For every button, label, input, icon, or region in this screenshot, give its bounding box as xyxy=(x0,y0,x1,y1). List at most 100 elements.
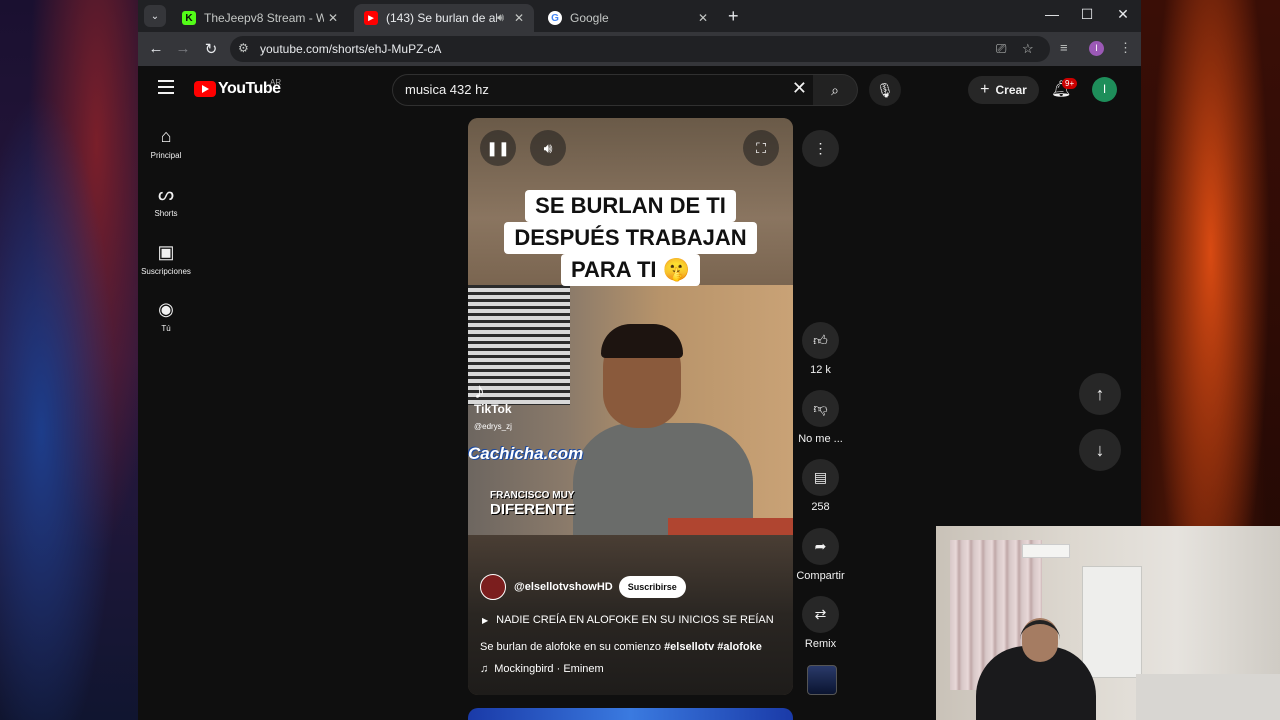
thumbs-up-icon: 👍︎ xyxy=(813,332,828,348)
google-icon: G xyxy=(548,11,562,25)
account-avatar[interactable]: I xyxy=(1092,77,1117,102)
like-button[interactable]: 👍︎ xyxy=(802,322,839,359)
remix-button[interactable]: ⇄ xyxy=(802,596,839,633)
close-icon[interactable]: ✕ xyxy=(324,11,342,25)
youtube-icon: ▶ xyxy=(364,11,378,25)
comment-icon: ▤ xyxy=(813,469,828,485)
tab-google[interactable]: G Google ✕ xyxy=(538,4,718,32)
thumbs-down-icon: 👎︎ xyxy=(813,400,828,416)
tab-strip: ⌄ K TheJeepv8 Stream - Watch Live ✕ ▶ (1… xyxy=(138,0,1141,32)
share-icon: ➦ xyxy=(814,538,827,554)
back-icon[interactable]: ← xyxy=(146,40,166,57)
share-label: Compartir xyxy=(796,570,845,582)
search-icon: ⌕ xyxy=(831,81,839,98)
tab-search-button[interactable]: ⌄ xyxy=(144,5,166,27)
cachicha-watermark: Cachicha.com xyxy=(468,444,584,463)
volume-button[interactable]: 🔊︎ xyxy=(530,130,566,166)
create-label: Crear xyxy=(995,83,1027,97)
caption-line: PARA TI 🤫 xyxy=(560,254,701,286)
subscribe-button[interactable]: Suscribirse xyxy=(618,576,686,598)
notification-count-badge: 9+ xyxy=(1062,78,1078,89)
search-value: musica 432 hz xyxy=(405,82,489,97)
guide-item-you[interactable]: ◉ Tú xyxy=(138,299,194,333)
music-note-icon: ♫ xyxy=(480,663,489,675)
close-icon[interactable]: ✕ xyxy=(510,11,528,25)
comments-button[interactable]: ▤ xyxy=(802,459,839,496)
previous-short-button[interactable]: ↑ xyxy=(1079,373,1121,415)
microphone-icon: 🎙︎ xyxy=(876,81,894,98)
tiktok-label: TikTok xyxy=(474,402,512,416)
caption-line: SE BURLAN DE TI xyxy=(525,190,736,222)
you-icon: ◉ xyxy=(158,299,174,319)
fullscreen-icon: ⛶ xyxy=(756,139,766,156)
bookmark-star-icon[interactable]: ☆ xyxy=(1022,41,1034,57)
speaker-icon[interactable]: 🔊︎ xyxy=(497,12,504,25)
plus-icon: + xyxy=(980,81,990,98)
caption-line: DESPUÉS TRABAJAN xyxy=(504,222,757,254)
url-text: youtube.com/shorts/ehJ-MuPZ-cA xyxy=(260,42,442,56)
search-button[interactable]: ⌕ xyxy=(813,74,858,106)
voice-search-button[interactable]: 🎙︎ xyxy=(869,74,901,106)
window-close-icon[interactable]: ✕ xyxy=(1111,6,1135,23)
like-count: 12 k xyxy=(810,364,831,376)
guide-item-shorts[interactable]: ᔕ Shorts xyxy=(138,184,194,218)
webcam-ac-unit xyxy=(1022,544,1070,558)
next-short-preview[interactable] xyxy=(468,708,793,720)
arrow-up-icon: ↑ xyxy=(1095,383,1105,404)
short-player[interactable]: ❚❚ 🔊︎ ⛶ SE BURLAN DE TI DESPUÉS TRABAJAN… xyxy=(468,118,793,695)
remix-label: Remix xyxy=(804,638,837,650)
video-person xyxy=(573,318,753,535)
close-icon[interactable]: ✕ xyxy=(694,11,712,25)
site-info-icon[interactable]: ⚙ xyxy=(238,41,249,55)
sound-thumbnail[interactable] xyxy=(807,665,837,695)
country-code: AR xyxy=(270,78,282,87)
guide-label: Shorts xyxy=(154,209,178,218)
more-options-button[interactable]: ⋮ xyxy=(802,130,839,167)
arrow-down-icon: ↓ xyxy=(1095,439,1105,460)
guide-item-home[interactable]: ⌂ Principal xyxy=(138,126,194,160)
browser-profile-avatar[interactable]: I xyxy=(1089,41,1104,56)
channel-name[interactable]: @elsellotvshowHD xyxy=(514,581,613,593)
new-tab-button[interactable]: + xyxy=(728,6,739,27)
reload-icon[interactable]: ↻ xyxy=(201,40,221,58)
tiktok-icon: ♪ xyxy=(474,378,485,403)
media-control-icon[interactable]: ≡ xyxy=(1060,40,1068,55)
browser-menu-icon[interactable]: ⋮ xyxy=(1119,40,1132,56)
tiktok-handle: @edrys_zj xyxy=(474,422,512,431)
comment-count: 258 xyxy=(811,501,830,513)
forward-icon[interactable]: → xyxy=(173,40,193,57)
install-app-icon[interactable]: ⎚ xyxy=(996,41,1006,57)
clear-search-icon[interactable]: ✕ xyxy=(792,78,807,99)
youtube-logo[interactable]: YouTube xyxy=(194,80,281,98)
video-caption: SE BURLAN DE TI DESPUÉS TRABAJAN PARA TI… xyxy=(468,190,793,286)
shorts-icon: ᔕ xyxy=(157,184,175,204)
pause-button[interactable]: ❚❚ xyxy=(480,130,516,166)
channel-avatar[interactable] xyxy=(480,574,506,600)
webcam-overlay xyxy=(936,526,1280,720)
hamburger-menu-icon[interactable] xyxy=(158,80,174,98)
music-link[interactable]: ♫ Mockingbird · Eminem xyxy=(480,663,604,675)
share-button[interactable]: ➦ xyxy=(802,528,839,565)
create-button[interactable]: + Crear xyxy=(968,76,1039,104)
tab-kick[interactable]: K TheJeepv8 Stream - Watch Live ✕ xyxy=(172,4,348,32)
subscriptions-icon: ▣ xyxy=(157,242,175,262)
maximize-icon[interactable]: ☐ xyxy=(1075,6,1099,23)
tab-youtube[interactable]: ▶ (143) Se burlan de alofoke 🔊︎ ✕ xyxy=(354,4,534,32)
tiktok-watermark: ♪ TikTok xyxy=(474,378,512,417)
guide-item-subscriptions[interactable]: ▣ Suscripciones xyxy=(138,242,194,276)
volume-icon: 🔊︎ xyxy=(543,139,553,156)
next-short-button[interactable]: ↓ xyxy=(1079,429,1121,471)
francisco-watermark: FRANCISCO MUY DIFERENTE xyxy=(490,490,576,518)
dislike-button[interactable]: 👎︎ xyxy=(802,390,839,427)
tab-title: (143) Se burlan de alofoke xyxy=(386,11,497,25)
hashtags[interactable]: #elsellotv #alofoke xyxy=(664,641,762,653)
guide-label: Suscripciones xyxy=(141,267,191,276)
webcam-floor xyxy=(1136,674,1280,720)
address-bar[interactable]: ⚙ youtube.com/shorts/ehJ-MuPZ-cA ⎚ ☆ xyxy=(230,36,1050,62)
browser-toolbar: ← → ↻ ⚙ youtube.com/shorts/ehJ-MuPZ-cA ⎚… xyxy=(138,32,1141,66)
search-input[interactable]: musica 432 hz ✕ xyxy=(392,74,814,106)
minimize-icon[interactable]: — xyxy=(1040,6,1064,22)
related-video-link[interactable]: ▶ NADIE CREÍA EN ALOFOKE EN SU INICIOS S… xyxy=(482,614,774,626)
fullscreen-button[interactable]: ⛶ xyxy=(743,130,779,166)
webcam-fridge xyxy=(1082,566,1142,678)
